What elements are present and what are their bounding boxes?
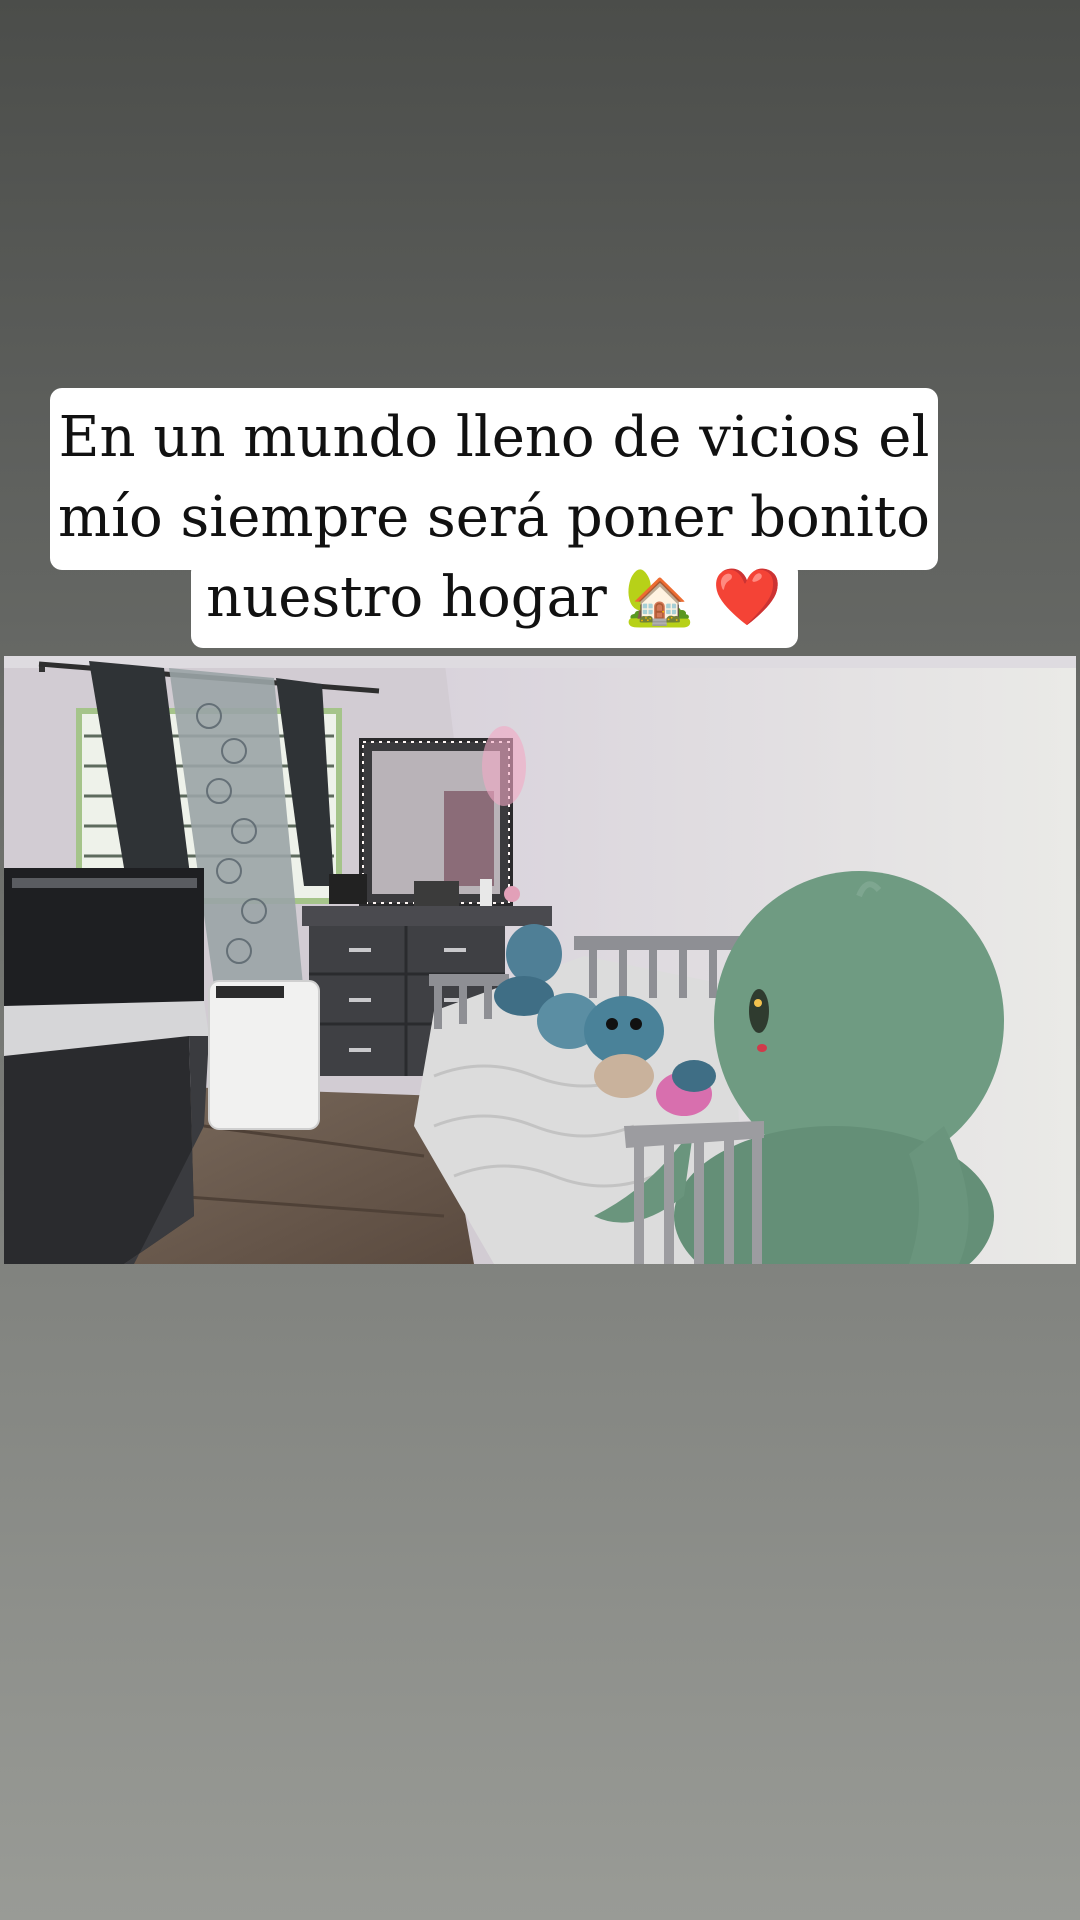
bed-headboard (4, 868, 204, 1018)
story-photo[interactable] (4, 656, 1076, 1264)
portable-appliance (208, 980, 320, 1130)
bedroom-photo-illustration (4, 656, 1076, 1264)
story-caption: En un mundo lleno de vicios el mío siemp… (58, 405, 930, 630)
